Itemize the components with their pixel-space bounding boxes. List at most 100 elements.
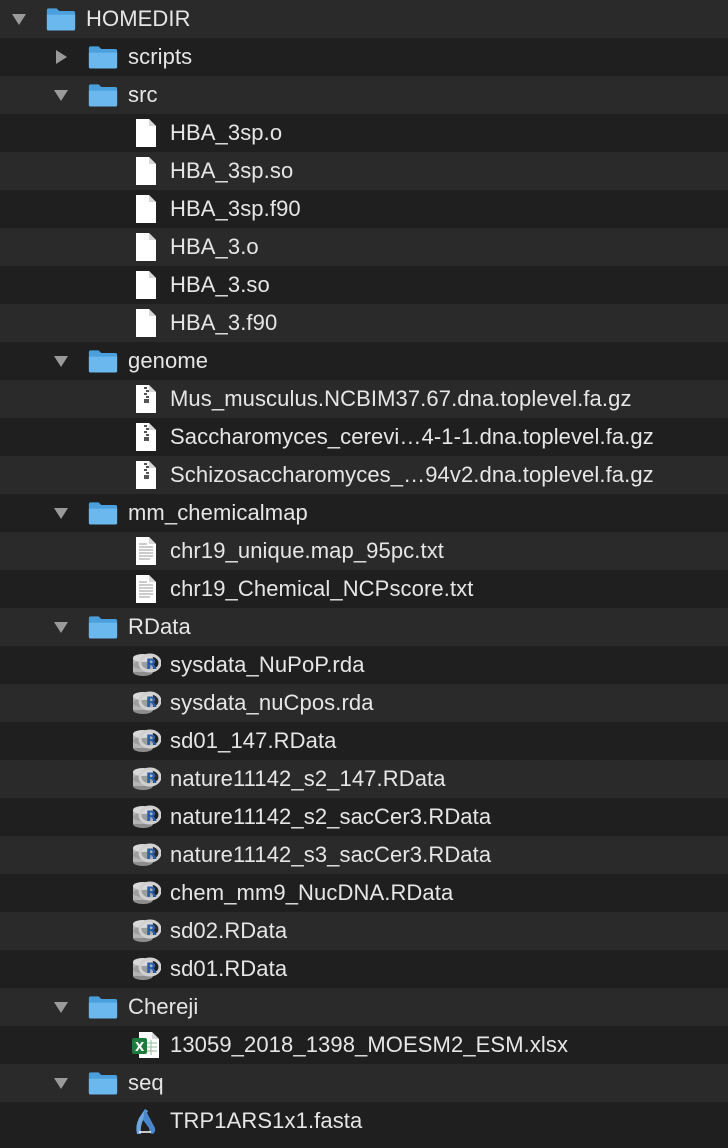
tree-row-file[interactable]: Rsd01.RData xyxy=(0,950,728,988)
tree-row-root[interactable]: HOMEDIR xyxy=(0,0,728,38)
svg-text:R: R xyxy=(146,847,157,863)
tree-row-label: HOMEDIR xyxy=(86,6,191,31)
tree-row-folder[interactable]: src xyxy=(0,76,728,114)
tree-row-label: chr19_Chemical_NCPscore.txt xyxy=(170,576,474,601)
tree-row-label: genome xyxy=(128,348,209,373)
tree-row-label: Mus_musculus.NCBIM37.67.dna.toplevel.fa.… xyxy=(170,386,632,411)
svg-text:X: X xyxy=(135,1040,145,1054)
tree-row-file[interactable]: HBA_3.so xyxy=(0,266,728,304)
tree-row-label: mm_chemicalmap xyxy=(128,500,308,525)
document-file-icon xyxy=(131,308,161,338)
document-file-icon xyxy=(131,118,161,148)
tree-row-label: src xyxy=(128,82,158,107)
fasta-file-icon xyxy=(131,1106,161,1136)
tree-row-label: RData xyxy=(128,614,191,639)
r-data-file-icon: R xyxy=(131,802,161,832)
r-data-file-icon: R xyxy=(131,650,161,680)
file-tree: HOMEDIR scripts src HBA_3sp.o HBA_3sp.so HBA… xyxy=(0,0,728,1140)
disclosure-expanded-icon[interactable] xyxy=(52,998,70,1016)
tree-row-label: HBA_3sp.o xyxy=(170,120,283,145)
folder-icon xyxy=(88,992,118,1022)
tree-row-label: sd01_147.RData xyxy=(170,728,337,753)
excel-file-icon: X xyxy=(131,1030,161,1060)
svg-text:R: R xyxy=(146,695,157,711)
tree-row-label: HBA_3.f90 xyxy=(170,310,278,335)
tree-row-label: chem_mm9_NucDNA.RData xyxy=(170,880,454,905)
svg-text:R: R xyxy=(146,771,157,787)
tree-row-label: Schizosaccharomyces_…94v2.dna.toplevel.f… xyxy=(170,462,654,487)
archive-file-icon xyxy=(131,384,161,414)
svg-text:R: R xyxy=(146,885,157,901)
tree-row-file[interactable]: HBA_3sp.o xyxy=(0,114,728,152)
tree-row-file[interactable]: Rsd01_147.RData xyxy=(0,722,728,760)
tree-row-file[interactable]: Rsysdata_nuCpos.rda xyxy=(0,684,728,722)
folder-icon xyxy=(88,498,118,528)
r-data-file-icon: R xyxy=(131,764,161,794)
archive-file-icon xyxy=(131,422,161,452)
tree-row-file[interactable]: HBA_3.f90 xyxy=(0,304,728,342)
tree-row-file[interactable]: HBA_3.o xyxy=(0,228,728,266)
tree-row-file[interactable]: Rsysdata_NuPoP.rda xyxy=(0,646,728,684)
tree-row-folder[interactable]: scripts xyxy=(0,38,728,76)
tree-row-label: sysdata_NuPoP.rda xyxy=(170,652,365,677)
document-file-icon xyxy=(131,194,161,224)
disclosure-expanded-icon[interactable] xyxy=(52,86,70,104)
tree-row-folder[interactable]: RData xyxy=(0,608,728,646)
disclosure-expanded-icon[interactable] xyxy=(52,504,70,522)
tree-row-folder[interactable]: mm_chemicalmap xyxy=(0,494,728,532)
disclosure-expanded-icon[interactable] xyxy=(52,1074,70,1092)
text-file-icon xyxy=(131,574,161,604)
svg-text:R: R xyxy=(146,961,157,977)
tree-row-file[interactable]: Rnature11142_s2_147.RData xyxy=(0,760,728,798)
tree-row-file[interactable]: HBA_3sp.so xyxy=(0,152,728,190)
tree-row-file[interactable]: chr19_unique.map_95pc.txt xyxy=(0,532,728,570)
tree-row-file[interactable]: HBA_3sp.f90 xyxy=(0,190,728,228)
tree-row-file[interactable]: chr19_Chemical_NCPscore.txt xyxy=(0,570,728,608)
disclosure-collapsed-icon[interactable] xyxy=(52,48,70,66)
tree-row-label: Chereji xyxy=(128,994,199,1019)
folder-icon xyxy=(88,612,118,642)
disclosure-expanded-icon[interactable] xyxy=(52,618,70,636)
folder-icon xyxy=(46,4,76,34)
folder-icon xyxy=(88,1068,118,1098)
tree-row-file[interactable]: Schizosaccharomyces_…94v2.dna.toplevel.f… xyxy=(0,456,728,494)
tree-row-folder[interactable]: genome xyxy=(0,342,728,380)
tree-row-file[interactable]: Rnature11142_s3_sacCer3.RData xyxy=(0,836,728,874)
tree-row-label: nature11142_s2_147.RData xyxy=(170,766,446,791)
r-data-file-icon: R xyxy=(131,726,161,756)
tree-row-label: Saccharomyces_cerevi…4-1-1.dna.toplevel.… xyxy=(170,424,654,449)
tree-row-label: HBA_3.o xyxy=(170,234,259,259)
tree-row-label: sysdata_nuCpos.rda xyxy=(170,690,374,715)
archive-file-icon xyxy=(131,460,161,490)
folder-icon xyxy=(88,346,118,376)
tree-row-file[interactable]: Rchem_mm9_NucDNA.RData xyxy=(0,874,728,912)
tree-row-folder[interactable]: Chereji xyxy=(0,988,728,1026)
folder-icon xyxy=(88,80,118,110)
folder-icon xyxy=(88,42,118,72)
tree-row-label: TRP1ARS1x1.fasta xyxy=(170,1108,363,1133)
tree-row-file[interactable]: Mus_musculus.NCBIM37.67.dna.toplevel.fa.… xyxy=(0,380,728,418)
tree-row-file[interactable]: Rsd02.RData xyxy=(0,912,728,950)
r-data-file-icon: R xyxy=(131,840,161,870)
tree-row-label: nature11142_s2_sacCer3.RData xyxy=(170,804,492,829)
document-file-icon xyxy=(131,232,161,262)
tree-row-label: HBA_3.so xyxy=(170,272,270,297)
tree-row-file[interactable]: X 13059_2018_1398_MOESM2_ESM.xlsx xyxy=(0,1026,728,1064)
tree-row-label: sd01.RData xyxy=(170,956,288,981)
tree-row-file[interactable]: Rnature11142_s2_sacCer3.RData xyxy=(0,798,728,836)
tree-row-file[interactable]: Saccharomyces_cerevi…4-1-1.dna.toplevel.… xyxy=(0,418,728,456)
r-data-file-icon: R xyxy=(131,688,161,718)
r-data-file-icon: R xyxy=(131,916,161,946)
document-file-icon xyxy=(131,270,161,300)
tree-row-folder[interactable]: seq xyxy=(0,1064,728,1102)
svg-text:R: R xyxy=(146,657,157,673)
tree-row-label: HBA_3sp.f90 xyxy=(170,196,301,221)
tree-row-file[interactable]: TRP1ARS1x1.fasta xyxy=(0,1102,728,1140)
tree-row-label: seq xyxy=(128,1070,164,1095)
tree-row-label: HBA_3sp.so xyxy=(170,158,294,183)
r-data-file-icon: R xyxy=(131,878,161,908)
disclosure-expanded-icon[interactable] xyxy=(52,352,70,370)
tree-row-label: nature11142_s3_sacCer3.RData xyxy=(170,842,492,867)
document-file-icon xyxy=(131,156,161,186)
disclosure-expanded-icon[interactable] xyxy=(10,10,28,28)
